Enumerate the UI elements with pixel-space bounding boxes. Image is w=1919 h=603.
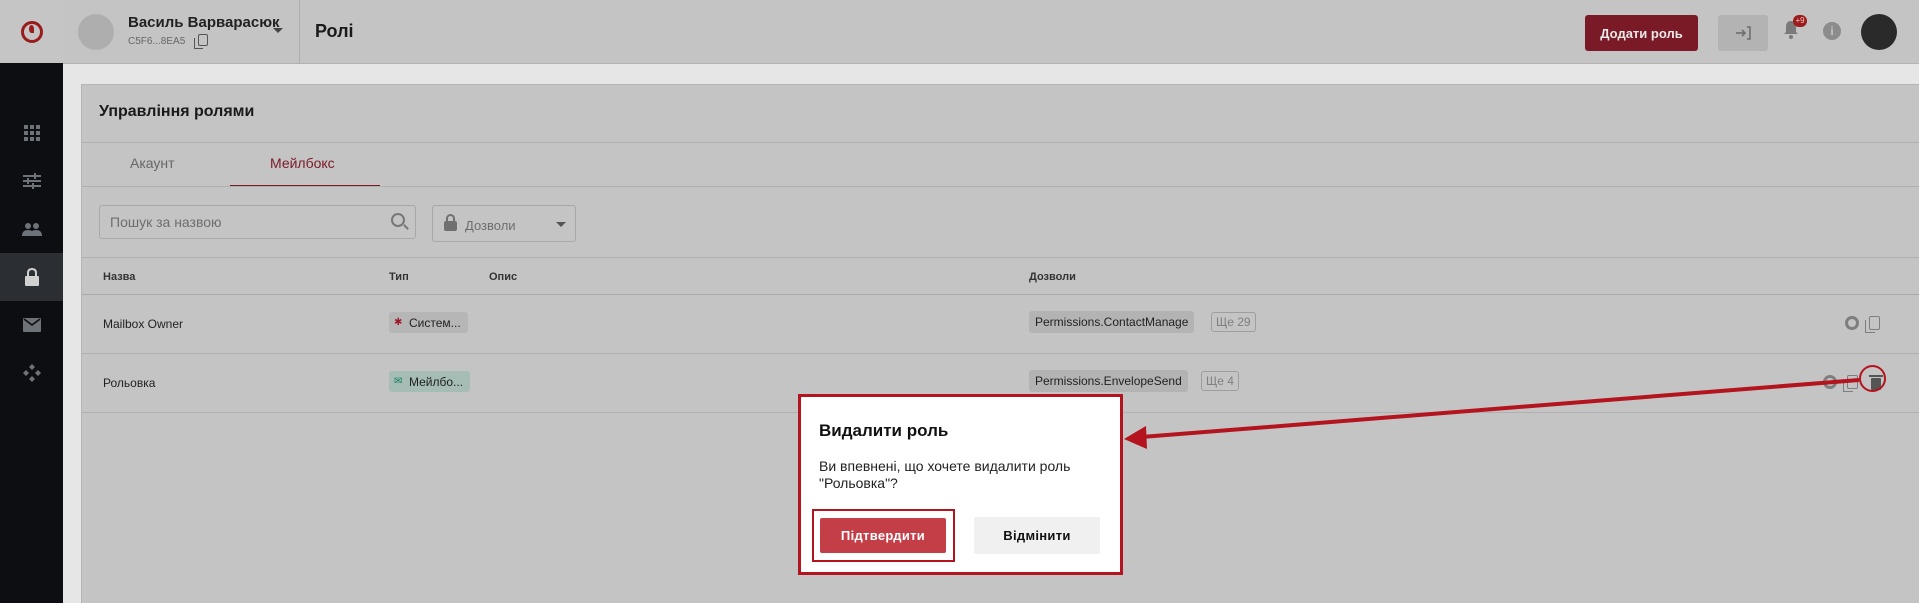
permissions-filter[interactable]: Дозволи (432, 205, 576, 242)
sidebar-item-users[interactable] (0, 205, 63, 253)
search-icon[interactable] (391, 213, 405, 227)
copy-icon[interactable] (194, 34, 208, 49)
copy-icon[interactable] (1843, 375, 1858, 392)
topbar: Василь Варварасюк C5F6...8EA5 Ролі Додат… (63, 0, 1919, 64)
info-icon[interactable]: i (1823, 22, 1841, 40)
sidebar-item-dashboard[interactable] (0, 109, 63, 157)
lock-icon (444, 214, 457, 232)
table-header: Назва Тип Опис Дозволи (82, 257, 1919, 295)
gear-icon: ✱ (394, 316, 403, 328)
integrations-icon (22, 364, 41, 382)
type-label: Мейлбо... (409, 374, 464, 389)
column-header-description[interactable]: Опис (489, 271, 517, 283)
account-switcher[interactable]: Василь Варварасюк C5F6...8EA5 (63, 0, 300, 64)
search-input[interactable] (99, 205, 416, 239)
mail-icon (22, 318, 41, 332)
sliders-icon (22, 173, 41, 189)
notifications-badge: +9 (1793, 15, 1807, 27)
panel-title: Управління ролями (99, 103, 255, 120)
column-header-name[interactable]: Назва (103, 271, 135, 283)
permission-chip: Permissions.ContactManage (1029, 311, 1195, 333)
column-header-permissions[interactable]: Дозволи (1029, 271, 1076, 283)
cancel-button[interactable]: Відмінити (974, 517, 1100, 554)
settings-icon[interactable] (1845, 316, 1859, 330)
confirm-button[interactable]: Підтвердити (820, 518, 946, 553)
annotation-circle (1859, 365, 1886, 392)
tab-mailbox[interactable]: Мейлбокс (270, 155, 335, 171)
column-header-type[interactable]: Тип (389, 271, 409, 283)
permission-chip: Permissions.EnvelopeSend (1029, 370, 1188, 392)
profile-avatar[interactable] (1861, 14, 1897, 50)
permissions-filter-label: Дозволи (465, 218, 516, 233)
exit-icon (1736, 26, 1751, 40)
more-permissions-chip[interactable]: Ще 29 (1211, 312, 1256, 332)
tab-account[interactable]: Акаунт (130, 155, 175, 171)
mail-icon: ✉ (394, 375, 403, 387)
copy-icon[interactable] (1865, 316, 1880, 333)
vodafone-logo-icon (20, 20, 43, 43)
role-name: Mailbox Owner (103, 317, 184, 331)
page-title: Ролі (315, 21, 354, 41)
divider (82, 142, 1919, 143)
dialog-message: Ви впевнені, що хочете видалити роль "Ро… (819, 458, 1071, 491)
dialog-title: Видалити роль (819, 421, 949, 440)
type-chip: ✱ Систем... (389, 312, 468, 333)
sidebar-item-settings[interactable] (0, 157, 63, 205)
avatar (78, 14, 114, 50)
lock-icon (24, 268, 39, 286)
sidebar-item-mail[interactable] (0, 301, 63, 349)
user-name: Василь Варварасюк (128, 14, 280, 31)
logo[interactable] (0, 0, 63, 63)
exit-button[interactable] (1718, 15, 1768, 51)
type-chip: ✉ Мейлбо... (389, 371, 471, 392)
settings-icon[interactable] (1823, 375, 1837, 389)
sidebar-item-integrations[interactable] (0, 349, 63, 397)
sidebar (0, 0, 63, 603)
sidebar-item-roles[interactable] (0, 253, 63, 301)
role-name: Рольовка (103, 376, 156, 390)
divider (82, 186, 1919, 187)
more-permissions-chip[interactable]: Ще 4 (1201, 371, 1239, 391)
table-row[interactable]: Mailbox Owner ✱ Систем... Permissions.Co… (82, 295, 1919, 354)
chevron-down-icon (556, 222, 566, 227)
apps-icon (23, 125, 40, 141)
type-label: Систем... (409, 315, 461, 330)
chevron-down-icon[interactable] (273, 28, 283, 33)
add-role-button[interactable]: Додати роль (1585, 15, 1698, 51)
user-id: C5F6...8EA5 (128, 36, 186, 47)
users-icon (21, 223, 42, 236)
sidebar-nav (0, 63, 63, 397)
